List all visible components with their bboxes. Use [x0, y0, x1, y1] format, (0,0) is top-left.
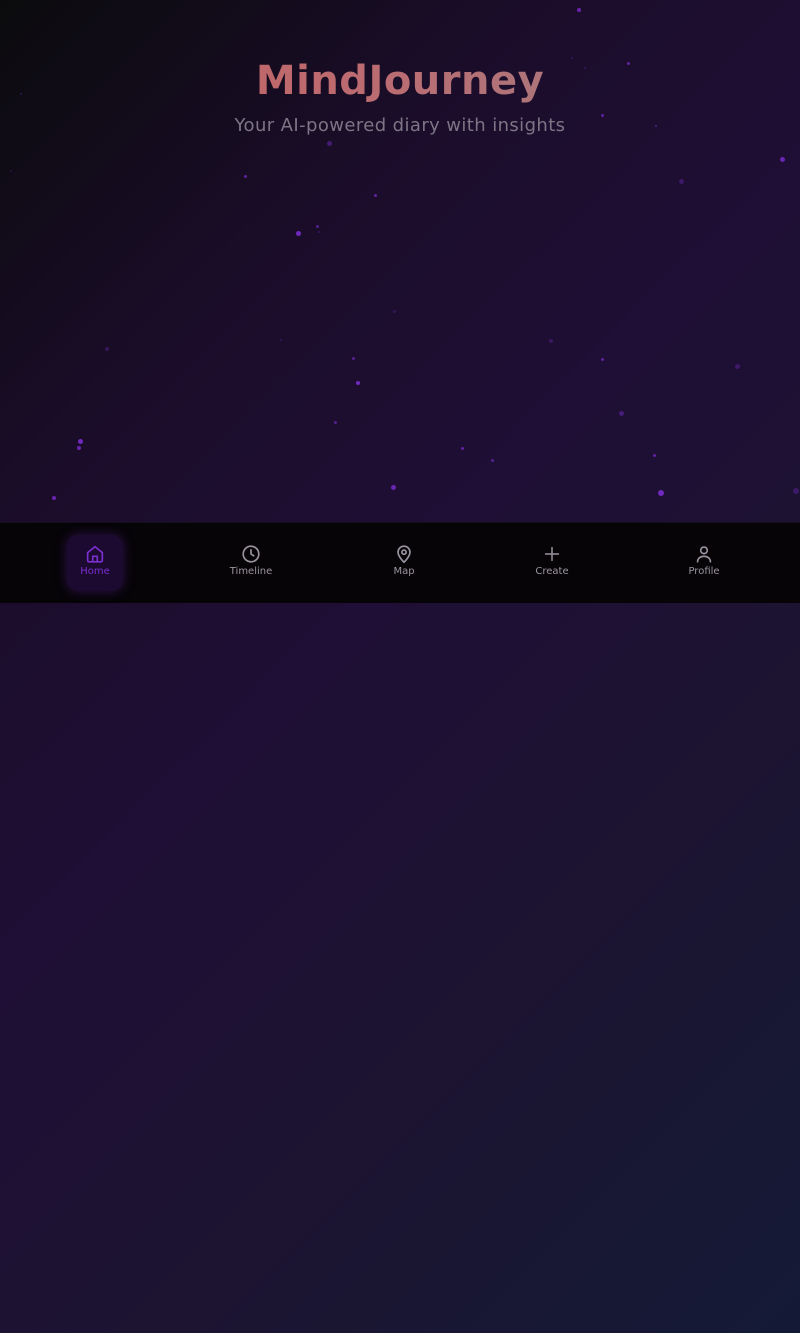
particle — [601, 358, 604, 361]
app-title: MindJourney — [0, 58, 800, 104]
particle — [78, 439, 83, 444]
particle — [391, 485, 396, 490]
particle — [280, 339, 282, 341]
particle — [577, 8, 581, 12]
particle — [352, 357, 355, 360]
particle — [10, 170, 12, 172]
nav-label-create: Create — [535, 566, 569, 577]
particle — [374, 194, 377, 197]
hero-section: MindJourney Your AI-powered diary with i… — [0, 0, 800, 522]
nav-label-home: Home — [80, 566, 110, 577]
plus-icon — [541, 543, 563, 565]
nav-label-timeline: Timeline — [229, 566, 273, 577]
particle — [735, 364, 740, 369]
nav-label-profile: Profile — [688, 566, 720, 577]
bottom-navigation: Home Timeline Map Create Profile — [0, 522, 800, 603]
particle — [653, 454, 656, 457]
particle — [244, 175, 247, 178]
particle — [679, 179, 684, 184]
home-icon — [84, 543, 106, 565]
particle — [780, 157, 785, 162]
user-icon — [693, 543, 715, 565]
nav-item-map[interactable]: Map — [376, 535, 432, 591]
particle — [393, 310, 396, 313]
particle — [491, 459, 494, 462]
map-pin-icon — [393, 543, 415, 565]
particle — [793, 488, 799, 494]
nav-item-home[interactable]: Home — [67, 535, 123, 591]
particle — [296, 231, 301, 236]
particle — [52, 496, 56, 500]
particle — [658, 490, 664, 496]
nav-item-create[interactable]: Create — [524, 535, 580, 591]
nav-item-profile[interactable]: Profile — [676, 535, 732, 591]
particle — [77, 446, 81, 450]
particle — [316, 225, 319, 228]
particle — [334, 421, 337, 424]
particle — [356, 381, 360, 385]
app-subtitle: Your AI-powered diary with insights — [234, 115, 566, 136]
nav-item-timeline[interactable]: Timeline — [223, 535, 279, 591]
particle — [318, 231, 320, 233]
particle — [327, 141, 332, 146]
particle — [105, 347, 109, 351]
nav-label-map: Map — [393, 566, 415, 577]
particle — [549, 339, 553, 343]
clock-icon — [240, 543, 262, 565]
particle — [461, 447, 464, 450]
particle — [619, 411, 624, 416]
